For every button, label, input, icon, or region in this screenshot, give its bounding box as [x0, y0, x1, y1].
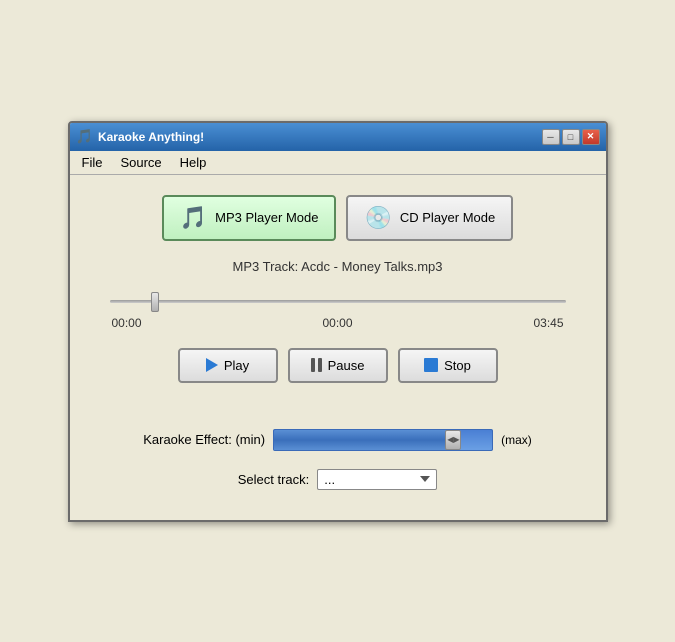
mode-buttons: 🎵 MP3 Player Mode 💿 CD Player Mode: [162, 195, 514, 241]
select-track-row: Select track: ...: [238, 469, 438, 490]
pause-icon: [311, 358, 322, 372]
pause-bar-right: [318, 358, 322, 372]
music-notes-icon: 🎵: [180, 205, 207, 231]
maximize-button[interactable]: □: [562, 129, 580, 145]
time-mid: 00:00: [322, 316, 352, 330]
menu-help[interactable]: Help: [172, 153, 215, 172]
play-triangle-icon: [206, 358, 218, 372]
stop-icon: [424, 358, 438, 372]
seek-bar-track[interactable]: [110, 300, 566, 303]
select-track-label: Select track:: [238, 472, 310, 487]
play-button[interactable]: Play: [178, 348, 278, 383]
play-label: Play: [224, 358, 249, 373]
pause-label: Pause: [328, 358, 365, 373]
karaoke-row: Karaoke Effect: (min) ◀▶ (max): [110, 429, 566, 451]
cd-icon: 💿: [364, 205, 391, 231]
time-end: 03:45: [533, 316, 563, 330]
seek-thumb[interactable]: [151, 292, 159, 312]
stop-square-icon: [424, 358, 438, 372]
time-labels: 00:00 00:00 03:45: [110, 316, 566, 330]
seek-bar-container: 00:00 00:00 03:45: [100, 292, 576, 330]
menu-bar: File Source Help: [70, 151, 606, 175]
seek-bar-wrapper[interactable]: [110, 292, 566, 312]
window-title: Karaoke Anything!: [98, 130, 204, 144]
play-icon: [206, 358, 218, 372]
app-icon: 🎵: [76, 128, 93, 145]
track-info: MP3 Track: Acdc - Money Talks.mp3: [233, 259, 443, 274]
mp3-mode-button[interactable]: 🎵 MP3 Player Mode: [162, 195, 337, 241]
title-bar-left: 🎵 Karaoke Anything!: [76, 128, 205, 145]
karaoke-label-min: Karaoke Effect: (min): [143, 432, 265, 447]
pause-bars-icon: [311, 358, 322, 372]
karaoke-label-max: (max): [501, 433, 532, 447]
cd-mode-button[interactable]: 💿 CD Player Mode: [346, 195, 513, 241]
pause-bar-left: [311, 358, 315, 372]
main-window: 🎵 Karaoke Anything! ─ □ ✕ File Source He…: [68, 121, 608, 522]
title-bar: 🎵 Karaoke Anything! ─ □ ✕: [70, 123, 606, 151]
track-select[interactable]: ...: [317, 469, 437, 490]
menu-file[interactable]: File: [74, 153, 111, 172]
time-start: 00:00: [112, 316, 142, 330]
karaoke-slider[interactable]: ◀▶: [273, 429, 493, 451]
stop-button[interactable]: Stop: [398, 348, 498, 383]
pause-button[interactable]: Pause: [288, 348, 388, 383]
karaoke-thumb[interactable]: ◀▶: [445, 430, 461, 450]
content-area: 🎵 MP3 Player Mode 💿 CD Player Mode MP3 T…: [70, 175, 606, 520]
karaoke-slider-fill: ◀▶: [274, 430, 459, 450]
stop-label: Stop: [444, 358, 471, 373]
mp3-mode-label: MP3 Player Mode: [215, 210, 318, 225]
transport-buttons: Play Pause Stop: [178, 348, 498, 383]
minimize-button[interactable]: ─: [542, 129, 560, 145]
close-button[interactable]: ✕: [582, 129, 600, 145]
karaoke-section: Karaoke Effect: (min) ◀▶ (max): [100, 429, 576, 451]
title-controls: ─ □ ✕: [542, 129, 600, 145]
cd-mode-label: CD Player Mode: [400, 210, 495, 225]
menu-source[interactable]: Source: [112, 153, 169, 172]
